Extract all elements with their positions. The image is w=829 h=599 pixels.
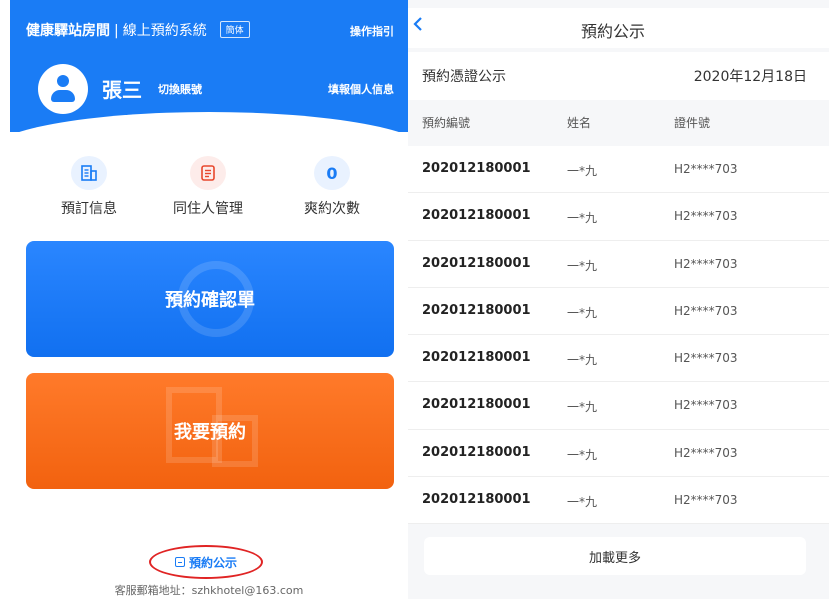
brand-title: 健康驛站房間 | 線上預約系統 簡体 <box>26 20 250 40</box>
cohabitant-management-shortcut[interactable]: 同住人管理 <box>153 156 263 218</box>
make-booking-button[interactable]: 我要預約 <box>26 373 394 489</box>
id-number: H2****703 <box>674 256 738 271</box>
list-icon <box>190 156 226 190</box>
guest-name: 一*九 <box>567 164 598 178</box>
table-row: 202012180001 一*九 H2****703 <box>408 335 829 383</box>
username: 張三 <box>102 78 142 102</box>
booking-info-shortcut[interactable]: 預訂信息 <box>34 156 144 218</box>
id-number: H2****703 <box>674 493 738 508</box>
booking-number: 202012180001 <box>422 161 531 176</box>
brand-name: 健康驛站房間 <box>26 23 110 39</box>
home-panel: 健康驛站房間 | 線上預約系統 簡体 操作指引 張三 切換賬號 填報個人信息 預訂信… <box>10 0 408 599</box>
guest-name: 一*九 <box>567 258 598 273</box>
load-more-button[interactable]: 加載更多 <box>424 537 806 575</box>
notice-link-label: 預約公示 <box>188 555 237 570</box>
card-label: 我要預約 <box>174 422 246 443</box>
id-number: H2****703 <box>674 162 738 176</box>
service-email: 客服郵箱地址：szhkhotel@163.com <box>114 584 304 597</box>
table-row: 202012180001 一*九 H2****703 <box>408 429 829 478</box>
switch-account-link[interactable]: 切換賬號 <box>158 81 202 97</box>
table-row: 202012180001 一*九 H2****703 <box>408 146 829 194</box>
card-label: 預約確認單 <box>165 290 255 311</box>
system-name: 線上預約系統 <box>122 23 207 39</box>
booking-confirmation-button[interactable]: 預約確認單 <box>26 241 394 357</box>
table-row: 202012180001 一*九 H2****703 <box>408 193 829 241</box>
table-body: 202012180001 一*九 H2****703 202012180001 一*九… <box>408 146 829 525</box>
booking-number: 202012180001 <box>422 255 531 271</box>
table-row: 202012180001 一*九 H2****703 <box>408 382 829 430</box>
avatar <box>38 64 88 114</box>
column-header-name: 姓名 <box>567 116 592 130</box>
table-row: 202012180001 一*九 H2****703 <box>408 240 829 288</box>
booking-number: 202012180001 <box>422 302 531 318</box>
id-number: H2****703 <box>674 209 738 224</box>
guest-name: 一*九 <box>567 305 598 320</box>
guest-name: 一*九 <box>567 400 598 415</box>
fill-personal-info-link[interactable]: 填報個人信息 <box>328 81 394 97</box>
table-header: 預約編號 姓名 證件號 <box>408 100 829 146</box>
guest-name: 一*九 <box>567 447 598 462</box>
no-show-count: 0 <box>314 156 350 190</box>
building-icon <box>71 156 107 190</box>
column-header-booking-number: 預約編號 <box>422 116 471 130</box>
id-number: H2****703 <box>674 351 738 366</box>
notice-subheader: 預約憑證公示 2020年12月18日 <box>408 52 829 100</box>
guest-name: 一*九 <box>567 211 598 226</box>
page-title: 預約公示 <box>580 22 645 41</box>
notice-subtitle: 預約憑證公示 <box>422 69 506 85</box>
notice-panel: 預約公示 預約憑證公示 2020年12月18日 預約編號 姓名 證件號 2020… <box>408 0 829 599</box>
booking-number: 202012180001 <box>422 492 531 508</box>
column-header-id-number: 證件號 <box>674 116 711 130</box>
no-show-count-shortcut[interactable]: 0 爽約次數 <box>277 156 387 218</box>
guide-link[interactable]: 操作指引 <box>350 23 394 39</box>
shortcut-label: 爽約次數 <box>304 201 360 217</box>
id-number: H2****703 <box>674 445 738 460</box>
user-icon <box>57 75 69 87</box>
shortcut-label: 預訂信息 <box>61 201 117 217</box>
id-number: H2****703 <box>674 303 738 318</box>
booking-number: 202012180001 <box>422 208 531 224</box>
booking-notice-link[interactable]: 預約公示 <box>149 545 263 579</box>
language-toggle-button[interactable]: 簡体 <box>219 21 250 38</box>
notice-header: 預約公示 <box>408 8 829 48</box>
booking-number: 202012180001 <box>422 350 531 366</box>
guest-name: 一*九 <box>567 495 598 510</box>
id-number: H2****703 <box>674 398 738 413</box>
shortcut-label: 同住人管理 <box>173 201 243 217</box>
booking-number: 202012180001 <box>422 397 531 413</box>
notice-date: 2020年12月18日 <box>693 69 807 85</box>
booking-number: 202012180001 <box>422 444 531 460</box>
guest-name: 一*九 <box>567 353 598 368</box>
notice-icon <box>174 557 185 567</box>
table-row: 202012180001 一*九 H2****703 <box>408 287 829 336</box>
table-row: 202012180001 一*九 H2****703 <box>408 477 829 525</box>
